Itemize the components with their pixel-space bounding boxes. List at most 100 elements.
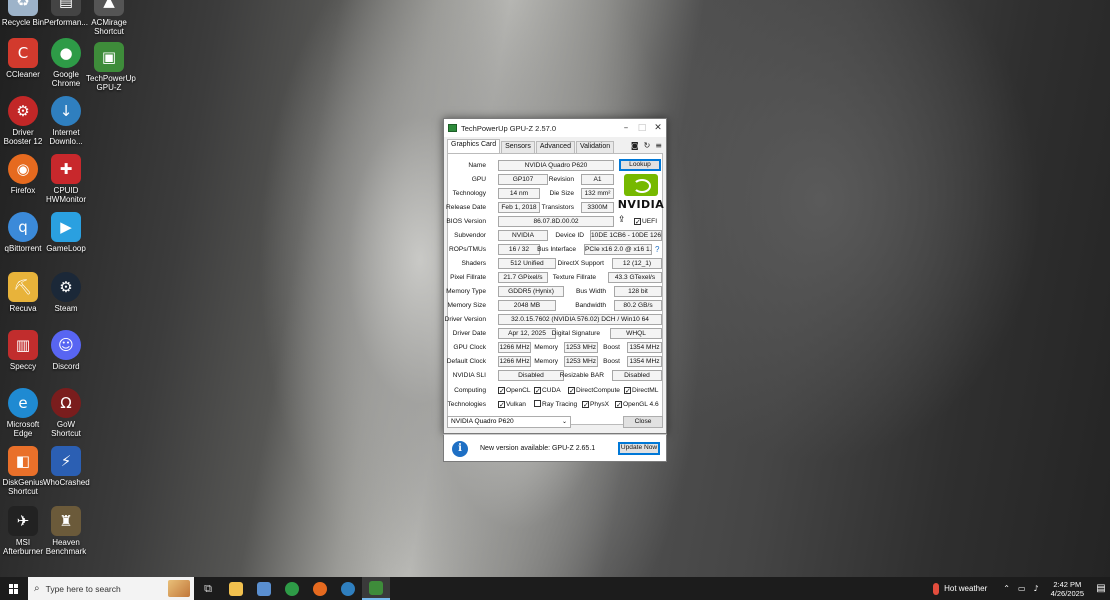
desktop-icon-heaven[interactable]: ♜ Heaven Benchmark xyxy=(43,506,89,556)
field-rops-tmus: 16 / 32 xyxy=(498,244,540,255)
label-release-date: Release Date xyxy=(446,204,486,211)
label-shaders: Shaders xyxy=(461,260,486,267)
desktop-icon-recycle-bin[interactable]: ♻ Recycle Bin xyxy=(0,0,46,27)
field-gpu-clock: 1266 MHz xyxy=(498,342,531,353)
desktop-icon-whocrashed[interactable]: ⚡ WhoCrashed xyxy=(43,446,90,487)
field-die-size: 132 mm² xyxy=(581,188,614,199)
desktop-icon-gow[interactable]: Ω GoW Shortcut xyxy=(43,388,89,438)
menu-icon[interactable]: ≡ xyxy=(655,141,662,150)
desktop-icon-diskgenius[interactable]: ◧ DiskGenius Shortcut xyxy=(0,446,46,496)
desktop-icon-qbittorrent[interactable]: q qBittorrent xyxy=(0,212,46,253)
task-view-button[interactable]: ⧉ xyxy=(194,577,222,600)
show-hidden-icons-icon[interactable]: ⌃ xyxy=(1003,584,1010,593)
chrome-icon: ● xyxy=(51,38,81,68)
tab-sensors[interactable]: Sensors xyxy=(501,141,535,153)
taskbar-monitor-app[interactable] xyxy=(250,577,278,600)
checkbox-vulkan: ✓Vulkan xyxy=(498,401,526,409)
field-device-id: 10DE 1CB6 - 10DE 1264 xyxy=(590,230,662,241)
desktop-icon-performance[interactable]: ▤ Performan... xyxy=(43,0,89,27)
taskbar-globe-app[interactable] xyxy=(334,577,362,600)
idm-icon: ↓ xyxy=(51,96,81,126)
field-default-boost: 1354 MHz xyxy=(627,356,662,367)
close-button[interactable]: Close xyxy=(623,416,663,428)
volume-icon[interactable]: ♪ xyxy=(1034,584,1039,593)
field-transistors: 3300M xyxy=(581,202,614,213)
lookup-button[interactable]: Lookup xyxy=(619,159,661,171)
nvidia-eye-icon xyxy=(624,174,658,196)
speccy-icon: ▥ xyxy=(8,330,38,360)
weather-widget[interactable]: Hot weather xyxy=(933,582,987,595)
tab-validation[interactable]: Validation xyxy=(575,141,615,153)
label-default-clock: Default Clock xyxy=(446,358,486,365)
desktop-icon-chrome[interactable]: ● Google Chrome xyxy=(43,38,89,88)
taskbar-search-box[interactable]: ⌕ Type here to search xyxy=(28,577,194,600)
edge-icon: e xyxy=(8,388,38,418)
card-select-dropdown[interactable]: NVIDIA Quadro P620 ⌄ xyxy=(447,416,571,428)
taskbar-file-explorer[interactable] xyxy=(222,577,250,600)
desktop-icon-recuva[interactable]: ⛏ Recuva xyxy=(0,272,46,313)
field-default-clock: 1266 MHz xyxy=(498,356,531,367)
desktop-icon-afterburner[interactable]: ✈ MSI Afterburner xyxy=(0,506,46,556)
clock[interactable]: 2:42 PM 4/26/2025 xyxy=(1051,580,1084,598)
desktop-icon-idm[interactable]: ↓ Internet Downlo... xyxy=(43,96,89,146)
thermometer-icon xyxy=(933,582,940,595)
acmirage-icon: ▲ xyxy=(94,0,124,16)
discord-icon: ☺ xyxy=(51,330,81,360)
taskbar-chrome[interactable] xyxy=(278,577,306,600)
desktop-icon-ccleaner[interactable]: C CCleaner xyxy=(0,38,46,79)
desktop-icon-gameloop[interactable]: ▶ GameLoop xyxy=(43,212,89,253)
label-device-id: Device ID xyxy=(555,232,584,239)
taskbar-firefox[interactable] xyxy=(306,577,334,600)
gpuz-icon xyxy=(369,580,383,595)
notifications-icon[interactable]: ▤ xyxy=(1092,583,1110,594)
desktop-icon-hwmonitor[interactable]: ✚ CPUID HWMonitor xyxy=(43,154,89,204)
field-pixel-fillrate: 21.7 GPixel/s xyxy=(498,272,548,283)
desktop-icon-edge[interactable]: e Microsoft Edge xyxy=(0,388,46,438)
network-icon[interactable]: ▭ xyxy=(1018,584,1026,593)
desktop-icon-gpuz[interactable]: ▣ TechPowerUp GPU-Z xyxy=(86,42,136,92)
label-memory-type: Memory Type xyxy=(446,288,486,295)
label-gpu-boost: Boost xyxy=(603,344,620,351)
share-icon[interactable]: ⇪ xyxy=(618,215,626,225)
desktop-icon-acmirage[interactable]: ▲ ACMirage Shortcut xyxy=(86,0,132,36)
desktop-icon-driver-booster[interactable]: ⚙ Driver Booster 12 xyxy=(0,96,46,146)
field-gpu-boost: 1354 MHz xyxy=(627,342,662,353)
hwmonitor-icon: ✚ xyxy=(51,154,81,184)
desktop-icon-discord[interactable]: ☺ Discord xyxy=(43,330,89,371)
desktop-icon-steam[interactable]: ⚙ Steam xyxy=(43,272,89,313)
update-now-button[interactable]: Update Now xyxy=(618,442,660,455)
gow-icon: Ω xyxy=(51,388,81,418)
desktop-icon-firefox[interactable]: ◉ Firefox xyxy=(0,154,46,195)
checkbox-ray-tracing: Ray Tracing xyxy=(534,399,577,410)
start-button[interactable] xyxy=(0,577,28,600)
desktop: ♻ Recycle Bin ▤ Performan... ▲ ACMirage Sho… xyxy=(0,0,1110,577)
tab-graphics-card[interactable]: Graphics Card xyxy=(447,139,501,153)
recuva-icon: ⛏ xyxy=(8,272,38,302)
taskbar-gpuz[interactable] xyxy=(362,577,390,600)
gpuz-icon: ▣ xyxy=(94,42,124,72)
driver-booster-icon: ⚙ xyxy=(8,96,38,126)
info-icon: i xyxy=(452,441,468,457)
gpuz-bottom-bar: NVIDIA Quadro P620 ⌄ Close xyxy=(447,415,663,429)
window-title: TechPowerUp GPU-Z 2.57.0 xyxy=(461,123,557,133)
label-revision: Revision xyxy=(548,176,574,183)
monitor-icon xyxy=(257,581,271,596)
tab-advanced[interactable]: Advanced xyxy=(535,141,575,153)
nvidia-logo: NVIDIA xyxy=(616,174,666,216)
close-window-button[interactable]: ✕ xyxy=(650,123,666,133)
refresh-icon[interactable]: ↻ xyxy=(644,141,651,150)
label-directx: DirectX Support xyxy=(557,260,604,267)
gpuz-titlebar[interactable]: TechPowerUp GPU-Z 2.57.0 – □ ✕ xyxy=(444,119,666,137)
field-name: NVIDIA Quadro P620 xyxy=(498,160,614,171)
search-icon: ⌕ xyxy=(34,583,40,594)
label-driver-date: Driver Date xyxy=(452,330,486,337)
label-technologies: Technologies xyxy=(447,401,487,408)
help-question-icon[interactable]: ? xyxy=(655,244,659,255)
steam-icon: ⚙ xyxy=(51,272,81,302)
camera-icon[interactable]: ◙ xyxy=(631,141,639,150)
field-memory-type: GDDR5 (Hynix) xyxy=(498,286,564,297)
minimize-button[interactable]: – xyxy=(618,123,634,133)
checkbox-uefi[interactable]: ✓UEFI xyxy=(634,216,657,227)
desktop-icon-speccy[interactable]: ▥ Speccy xyxy=(0,330,46,371)
field-release-date: Feb 1, 2018 xyxy=(498,202,540,213)
